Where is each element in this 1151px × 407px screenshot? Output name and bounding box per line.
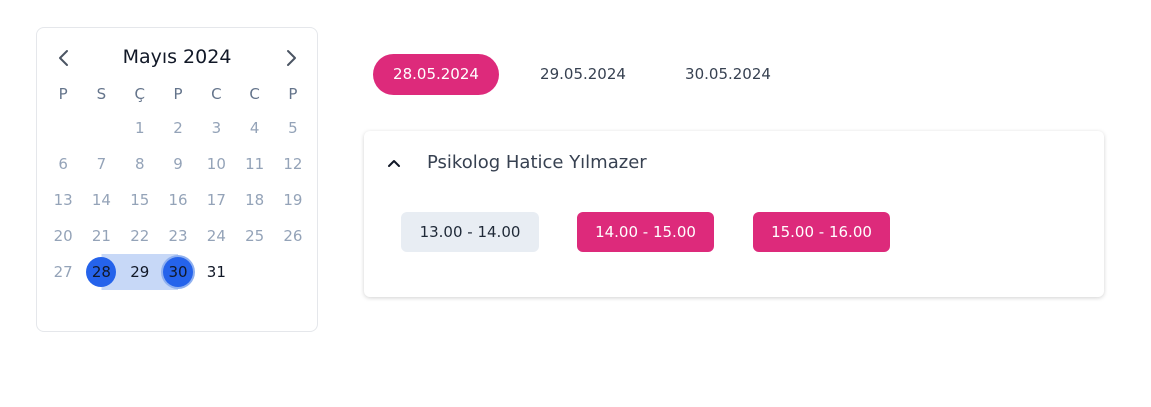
day-number: 1 [134, 119, 145, 137]
day-15[interactable]: 15 [121, 182, 159, 218]
day-number: 27 [53, 263, 73, 281]
chevron-up-icon [388, 160, 400, 167]
day-16[interactable]: 16 [159, 182, 197, 218]
calendar-header: Mayıs 2024 [37, 42, 317, 74]
day-number: 15 [130, 191, 150, 209]
day-number: 19 [283, 191, 303, 209]
day-number: 9 [173, 155, 183, 173]
date-tab-1[interactable]: 28.05.2024 [373, 54, 499, 95]
day-29[interactable]: 29 [120, 254, 159, 290]
calendar-week-row: 20 21 22 23 24 25 26 [44, 218, 312, 254]
day-number: 3 [211, 119, 222, 137]
day-number: 28 [91, 263, 111, 281]
day-12[interactable]: 12 [274, 146, 312, 182]
day-number: 24 [206, 227, 226, 245]
day-14[interactable]: 14 [82, 182, 120, 218]
day-number: 2 [173, 119, 183, 137]
day-6[interactable]: 6 [44, 146, 82, 182]
calendar-week-row: 6 7 8 9 10 11 12 [44, 146, 312, 182]
date-range-calendar: Mayıs 2024 PSÇPCCP 1 2 3 4 5 6 7 8 9 10 11 12 13 14 15… [36, 27, 318, 332]
time-slot-button: 13.00 - 14.00 [401, 212, 539, 252]
weekday-label: P [58, 85, 68, 103]
day-number: 14 [91, 191, 111, 209]
day-22[interactable]: 22 [121, 218, 159, 254]
day-number: 12 [283, 155, 303, 173]
weekday-label: C [211, 85, 222, 103]
day-27[interactable]: 27 [44, 254, 82, 290]
day-number: 29 [130, 263, 150, 281]
day-2[interactable]: 2 [159, 110, 197, 146]
date-tab-2[interactable]: 29.05.2024 [519, 54, 647, 95]
day-number: 23 [168, 227, 188, 245]
doctor-panel-header[interactable]: Psikolog Hatice Yılmazer [364, 131, 1104, 195]
month-title: Mayıs 2024 [122, 46, 232, 68]
day-number: 30 [168, 263, 188, 281]
day-26[interactable]: 26 [274, 218, 312, 254]
day-18[interactable]: 18 [235, 182, 273, 218]
day-number: 10 [206, 155, 226, 173]
date-tab-3[interactable]: 30.05.2024 [664, 54, 792, 95]
day-17[interactable]: 17 [197, 182, 235, 218]
day-5[interactable]: 5 [274, 110, 312, 146]
time-slot-button[interactable]: 14.00 - 15.00 [577, 212, 714, 252]
empty-day-cell [82, 110, 120, 146]
day-number: 18 [245, 191, 265, 209]
day-1[interactable]: 1 [121, 110, 159, 146]
day-number: 11 [245, 155, 265, 173]
day-number: 20 [53, 227, 73, 245]
day-number: 21 [91, 227, 111, 245]
day-number: 6 [58, 155, 68, 173]
day-21[interactable]: 21 [82, 218, 120, 254]
calendar-week-row: 13 14 15 16 17 18 19 [44, 182, 312, 218]
weekday-label: Ç [134, 85, 145, 103]
day-number: 25 [245, 227, 265, 245]
empty-day-cell [235, 254, 273, 290]
doctor-schedule-panel: Psikolog Hatice Yılmazer 13.00 - 14.00 14… [364, 131, 1104, 297]
day-4[interactable]: 4 [235, 110, 273, 146]
day-number: 4 [249, 119, 260, 137]
day-20[interactable]: 20 [44, 218, 82, 254]
day-23[interactable]: 23 [159, 218, 197, 254]
day-number: 5 [288, 119, 298, 137]
chevron-right-icon [287, 50, 296, 66]
calendar-week-row: 27 28 29 30 31 [44, 254, 312, 290]
day-number: 7 [96, 155, 107, 173]
day-9[interactable]: 9 [159, 146, 197, 182]
day-number: 13 [53, 191, 73, 209]
weekday-header-row: PSÇPCCP [44, 84, 312, 104]
empty-day-cell [274, 254, 312, 290]
day-number: 31 [206, 263, 226, 281]
day-7[interactable]: 7 [82, 146, 120, 182]
time-slot-button[interactable]: 15.00 - 16.00 [753, 212, 890, 252]
day-number: 17 [206, 191, 226, 209]
empty-day-cell [44, 110, 82, 146]
day-24[interactable]: 24 [197, 218, 235, 254]
day-30[interactable]: 30 [158, 254, 198, 290]
day-number: 16 [168, 191, 188, 209]
day-number: 8 [134, 155, 145, 173]
day-8[interactable]: 8 [121, 146, 159, 182]
weekday-label: P [173, 85, 183, 103]
doctor-name: Psikolog Hatice Yılmazer [427, 152, 647, 173]
day-19[interactable]: 19 [274, 182, 312, 218]
day-11[interactable]: 11 [235, 146, 273, 182]
day-25[interactable]: 25 [235, 218, 273, 254]
weekday-label: C [249, 85, 260, 103]
day-28[interactable]: 28 [82, 254, 121, 290]
day-3[interactable]: 3 [197, 110, 235, 146]
day-number: 22 [130, 227, 150, 245]
weekday-label: S [96, 85, 107, 103]
weekday-label: P [288, 85, 298, 103]
calendar-week-row: 1 2 3 4 5 [44, 110, 312, 146]
day-10[interactable]: 10 [197, 146, 235, 182]
next-month-button[interactable] [277, 44, 305, 72]
day-number: 26 [283, 227, 303, 245]
day-31[interactable]: 31 [197, 254, 235, 290]
day-13[interactable]: 13 [44, 182, 82, 218]
